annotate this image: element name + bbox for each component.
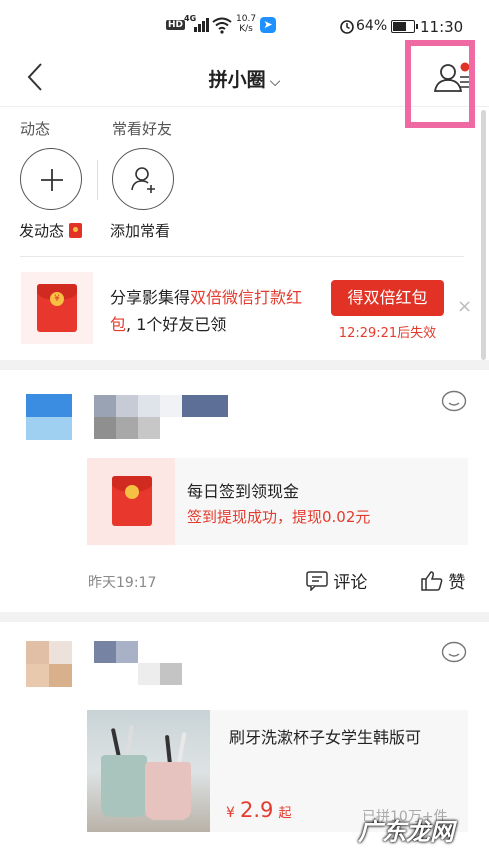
- add-frequent-caption[interactable]: 添加常看: [110, 220, 170, 241]
- app-notification-icon: ➤: [260, 17, 276, 33]
- product-image: [87, 710, 210, 832]
- close-icon[interactable]: ×: [457, 296, 472, 317]
- product-title: 刷牙洗漱杯子女学生韩版可: [229, 728, 422, 747]
- comment-icon: [306, 571, 328, 592]
- clock: 11:30: [420, 18, 464, 36]
- section-gap: [0, 612, 489, 622]
- red-packet-icon: [68, 223, 82, 238]
- signal-icon: [194, 18, 212, 32]
- section-gap: [0, 360, 489, 370]
- red-packet-image: [87, 458, 175, 545]
- product-price: ¥ 2.9 起: [226, 798, 292, 822]
- avatar[interactable]: [26, 394, 72, 440]
- chevron-down-icon: ⌵: [269, 74, 281, 90]
- wifi-icon: [212, 17, 232, 34]
- frequent-friends-label: 常看好友: [112, 120, 173, 138]
- battery-icon: [391, 20, 418, 33]
- divider: [20, 256, 464, 257]
- watermark: 广东龙网: [358, 818, 454, 846]
- moments-label: 动态: [20, 120, 51, 138]
- post-time: 昨天19:17: [88, 575, 157, 591]
- network-speed: 10.7 K/s: [236, 14, 257, 34]
- avatar[interactable]: [26, 641, 72, 687]
- comment-button[interactable]: 评论: [306, 568, 367, 593]
- battery-percent: 64%: [356, 18, 388, 34]
- plus-icon: [41, 169, 63, 191]
- promo-text: 分享影集得双倍微信打款红包, 1个好友已领: [110, 288, 303, 334]
- chat-bubble-icon[interactable]: [441, 390, 467, 414]
- username[interactable]: [94, 641, 186, 687]
- alarm-icon: [340, 20, 354, 34]
- countdown: 12:29:21后失效: [338, 326, 437, 341]
- post-moment-button[interactable]: [20, 148, 82, 210]
- divider: [97, 160, 98, 200]
- like-button[interactable]: 赞: [421, 568, 465, 593]
- coin-icon: ¥: [50, 292, 64, 306]
- thumbs-up-icon: [421, 571, 443, 591]
- signin-card[interactable]: 每日签到领现金 签到提现成功，提现0.02元: [87, 458, 468, 545]
- get-double-red-packet-button[interactable]: 得双倍红包: [331, 280, 444, 316]
- post-moment-caption[interactable]: 发动态: [19, 220, 82, 241]
- username[interactable]: [94, 395, 230, 440]
- add-user-icon: [131, 167, 155, 193]
- hd-indicator: HD: [166, 20, 186, 30]
- card-title: 每日签到领现金: [187, 482, 300, 501]
- red-packet-image: ¥: [21, 272, 93, 344]
- card-subtitle: 签到提现成功，提现0.02元: [187, 508, 371, 526]
- add-frequent-button[interactable]: [112, 148, 174, 210]
- scrollbar[interactable]: [481, 110, 486, 360]
- highlight-box: [405, 40, 475, 128]
- chat-bubble-icon[interactable]: [441, 641, 467, 665]
